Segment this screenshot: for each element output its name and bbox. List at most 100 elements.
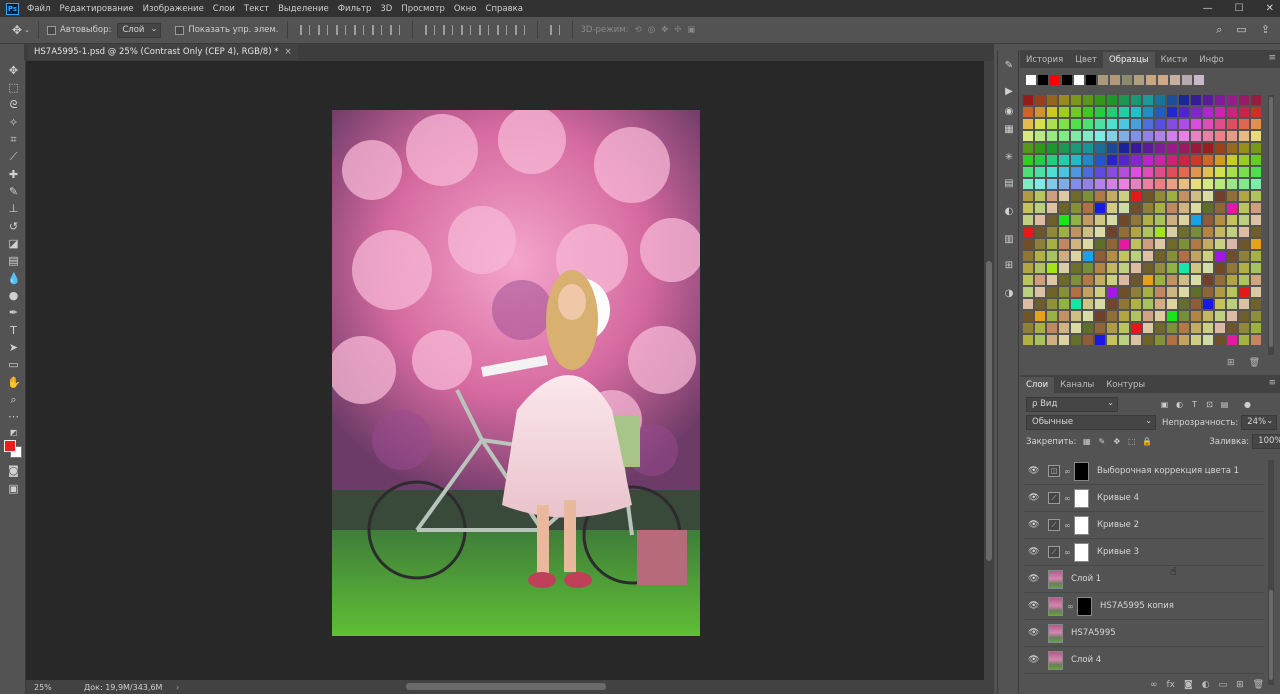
swatch[interactable] <box>1119 323 1129 333</box>
swatch[interactable] <box>1179 323 1189 333</box>
swatch[interactable] <box>1167 131 1177 141</box>
swatch[interactable] <box>1239 167 1249 177</box>
new-layer-icon[interactable]: ⊞ <box>1236 680 1244 690</box>
recent-swatch[interactable] <box>1110 75 1120 85</box>
swatch[interactable] <box>1023 95 1033 105</box>
scroll-thumb[interactable] <box>1269 590 1273 680</box>
tab-info[interactable]: Инфо <box>1193 52 1229 68</box>
swatch[interactable] <box>1095 191 1105 201</box>
swatch[interactable] <box>1071 155 1081 165</box>
swatch[interactable] <box>1119 191 1129 201</box>
swatch[interactable] <box>1203 299 1213 309</box>
swatch[interactable] <box>1095 203 1105 213</box>
swatch[interactable] <box>1251 275 1261 285</box>
show-controls-checkbox[interactable] <box>175 25 185 35</box>
swatch[interactable] <box>1047 263 1057 273</box>
swatch[interactable] <box>1179 215 1189 225</box>
swatch[interactable] <box>1251 203 1261 213</box>
close-tab-icon[interactable]: × <box>285 47 292 57</box>
swatch[interactable] <box>1131 107 1141 117</box>
swatch[interactable] <box>1191 131 1201 141</box>
swatch[interactable] <box>1119 215 1129 225</box>
paragraph-icon[interactable]: ⊞ <box>1003 260 1015 272</box>
swatch[interactable] <box>1107 323 1117 333</box>
swatch[interactable] <box>1143 167 1153 177</box>
swatch[interactable] <box>1239 155 1249 165</box>
swatch[interactable] <box>1047 251 1057 261</box>
swatch[interactable] <box>1143 215 1153 225</box>
recent-swatch[interactable] <box>1050 75 1060 85</box>
healing-brush-tool-icon[interactable]: ✚ <box>7 168 20 181</box>
tab-channels[interactable]: Каналы <box>1054 377 1100 393</box>
menu-window[interactable]: Окно <box>454 4 477 14</box>
swatch[interactable] <box>1215 131 1225 141</box>
default-colors-icon[interactable]: ◩ <box>7 426 20 439</box>
swatch[interactable] <box>1083 143 1093 153</box>
swatch[interactable] <box>1047 155 1057 165</box>
swatch[interactable] <box>1167 227 1177 237</box>
swatch[interactable] <box>1035 311 1045 321</box>
swatch[interactable] <box>1035 131 1045 141</box>
swatch[interactable] <box>1179 155 1189 165</box>
swatch[interactable] <box>1167 107 1177 117</box>
swatch[interactable] <box>1155 275 1165 285</box>
swatch[interactable] <box>1083 251 1093 261</box>
share-icon[interactable]: ⇪ <box>1261 23 1270 37</box>
lock-all-icon[interactable]: 🔒 <box>1142 437 1152 446</box>
swatch[interactable] <box>1083 215 1093 225</box>
visibility-eye-icon[interactable]: 👁 <box>1028 628 1039 638</box>
swatch[interactable] <box>1167 143 1177 153</box>
swatch[interactable] <box>1035 179 1045 189</box>
swatch[interactable] <box>1023 143 1033 153</box>
align-left-icon[interactable] <box>353 25 364 35</box>
type-tool-icon[interactable]: T <box>7 324 20 337</box>
swatch[interactable] <box>1035 119 1045 129</box>
swatch[interactable] <box>1191 239 1201 249</box>
swatch[interactable] <box>1119 239 1129 249</box>
swatch[interactable] <box>1191 311 1201 321</box>
status-menu-arrow[interactable]: › <box>176 683 179 692</box>
swatch[interactable] <box>1167 263 1177 273</box>
visibility-eye-icon[interactable]: 👁 <box>1028 547 1039 557</box>
swatch[interactable] <box>1059 299 1069 309</box>
swatch[interactable] <box>1071 95 1081 105</box>
swatch[interactable] <box>1107 155 1117 165</box>
swatch[interactable] <box>1155 227 1165 237</box>
swatch[interactable] <box>1155 143 1165 153</box>
swatch[interactable] <box>1179 311 1189 321</box>
swatch[interactable] <box>1119 299 1129 309</box>
swatch[interactable] <box>1047 239 1057 249</box>
swatch[interactable] <box>1227 227 1237 237</box>
swatch[interactable] <box>1215 263 1225 273</box>
align-hcenter-icon[interactable] <box>371 25 382 35</box>
swatch[interactable] <box>1191 203 1201 213</box>
swatch[interactable] <box>1107 95 1117 105</box>
swatch[interactable] <box>1239 311 1249 321</box>
swatch[interactable] <box>1251 287 1261 297</box>
swatch[interactable] <box>1239 179 1249 189</box>
swatch[interactable] <box>1191 227 1201 237</box>
chevron-down-icon[interactable]: ⌄ <box>24 26 30 34</box>
swatch[interactable] <box>1059 203 1069 213</box>
quick-mask-icon[interactable]: ◙ <box>7 464 20 477</box>
lock-position-icon[interactable]: ✥ <box>1112 437 1121 446</box>
menu-select[interactable]: Выделение <box>278 4 329 14</box>
autoselect-checkbox[interactable] <box>46 25 56 35</box>
swatch[interactable] <box>1131 95 1141 105</box>
delete-swatch-icon[interactable]: 🗑 <box>1249 358 1260 368</box>
layer-row[interactable]: 👁 ⟋ ∞ Кривые 3 <box>1024 539 1264 566</box>
menu-image[interactable]: Изображение <box>143 4 204 14</box>
swatch[interactable] <box>1203 119 1213 129</box>
dodge-tool-icon[interactable]: ● <box>7 289 20 302</box>
swatch[interactable] <box>1227 335 1237 345</box>
swatch[interactable] <box>1059 311 1069 321</box>
lasso-tool-icon[interactable]: ᘓ <box>7 98 20 111</box>
layer-row[interactable]: 👁 ◫ ∞ Выборочная коррекция цвета 1 <box>1024 458 1264 485</box>
swatch[interactable] <box>1095 179 1105 189</box>
swatch[interactable] <box>1191 251 1201 261</box>
swatch[interactable] <box>1251 323 1261 333</box>
swatch[interactable] <box>1179 143 1189 153</box>
path-selection-tool-icon[interactable]: ➤ <box>7 341 20 354</box>
recent-swatch[interactable] <box>1146 75 1156 85</box>
swatch[interactable] <box>1167 323 1177 333</box>
